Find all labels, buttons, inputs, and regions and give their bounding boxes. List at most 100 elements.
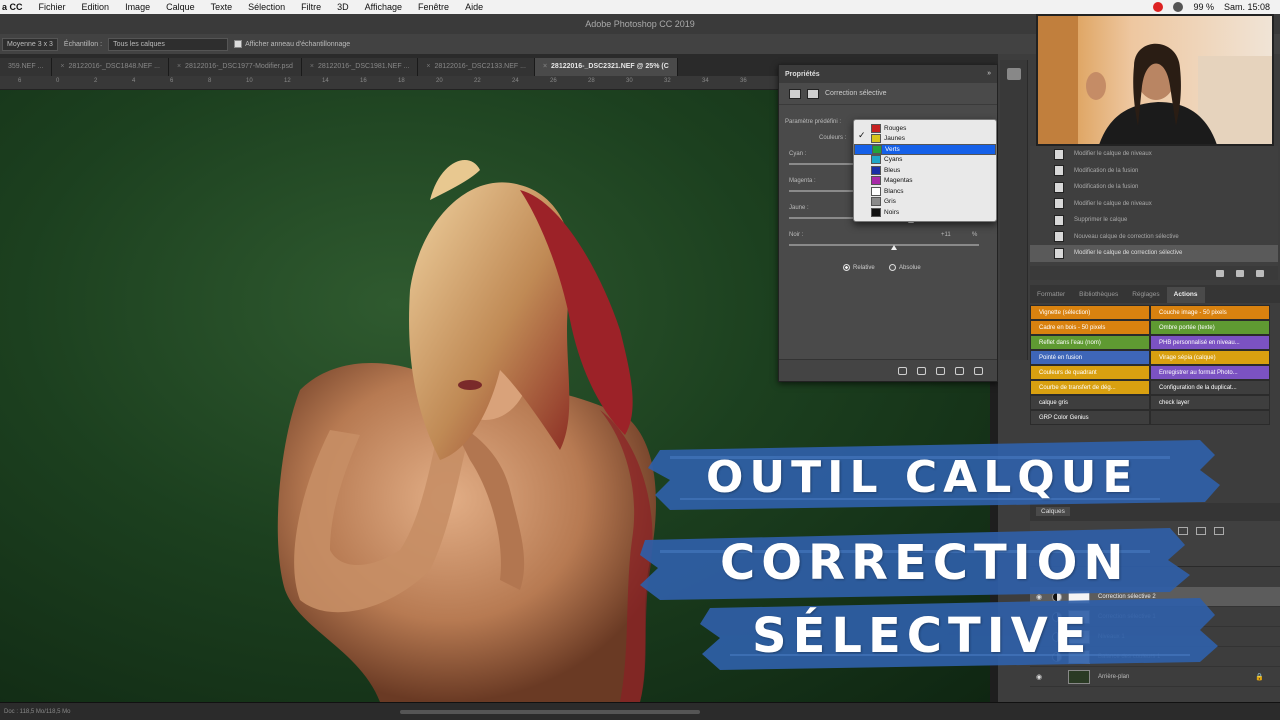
overlay-title-line-1: OUTIL CALQUE <box>706 452 1139 503</box>
tab-document-3[interactable]: × 28122016-_DSC1981.NEF ... <box>301 58 419 76</box>
black-slider[interactable] <box>789 244 979 246</box>
color-option-label: Gris <box>884 198 896 206</box>
color-option-bleus[interactable]: Bleus <box>854 165 996 176</box>
action-button[interactable]: Couche image - 50 pixels <box>1150 305 1270 320</box>
cyan-label: Cyan : <box>789 151 807 157</box>
menu-edition[interactable]: Edition <box>74 2 118 12</box>
color-swatch-icon <box>871 165 881 175</box>
tab-document-2[interactable]: × 28122016-_DSC1977-Modifier.psd <box>168 58 302 76</box>
trash-icon[interactable] <box>1256 269 1264 277</box>
black-slider-thumb[interactable] <box>891 245 897 250</box>
camera-icon[interactable] <box>1236 269 1244 277</box>
black-percent: % <box>972 232 978 238</box>
tab-document-0[interactable]: 359.NEF ... <box>0 58 53 76</box>
tab-adjustments[interactable]: Réglages <box>1125 287 1166 303</box>
action-button[interactable]: Reflet dans l'eau (nom) <box>1030 335 1150 350</box>
panel-collapse-icon[interactable]: » <box>987 70 991 77</box>
menu-fenetre[interactable]: Fenêtre <box>410 2 457 12</box>
close-icon[interactable]: × <box>310 63 314 70</box>
menu-calque[interactable]: Calque <box>158 2 203 12</box>
view-previous-icon[interactable] <box>917 366 926 375</box>
color-option-jaunes[interactable]: Jaunes <box>854 134 996 145</box>
history-item[interactable]: Modifier le calque de correction sélecti… <box>1030 245 1278 262</box>
adjustment-icon[interactable] <box>789 88 801 99</box>
action-button[interactable]: Vignette (sélection) <box>1030 305 1150 320</box>
close-icon[interactable]: × <box>60 63 64 70</box>
history-item[interactable]: Modification de la fusion <box>1030 163 1278 180</box>
relative-radio[interactable]: Relative <box>843 264 875 271</box>
menu-selection[interactable]: Sélection <box>240 2 293 12</box>
visibility-icon[interactable] <box>955 366 964 375</box>
color-option-cyans[interactable]: Cyans <box>854 155 996 166</box>
color-option-rouges[interactable]: Rouges <box>854 123 996 134</box>
color-option-verts[interactable]: Verts <box>854 144 996 155</box>
color-option-noirs[interactable]: Noirs <box>854 207 996 218</box>
color-option-blancs[interactable]: Blancs <box>854 186 996 197</box>
action-button[interactable]: Pointé en fusion <box>1030 350 1150 365</box>
action-button[interactable]: Configuration de la duplicat... <box>1150 380 1270 395</box>
magenta-slider[interactable] <box>789 190 859 192</box>
tab-libraries[interactable]: Bibliothèques <box>1072 287 1125 303</box>
color-swatch-icon <box>871 197 881 207</box>
history-item[interactable]: Supprimer le calque <box>1030 212 1278 229</box>
action-button[interactable]: Courbe de transfert de dég... <box>1030 380 1150 395</box>
close-icon[interactable]: × <box>543 63 547 70</box>
action-button[interactable]: Virage sépia (calque) <box>1150 350 1270 365</box>
action-button[interactable]: check layer <box>1150 395 1270 410</box>
action-button[interactable]: PHB personnalisé en niveau... <box>1150 335 1270 350</box>
snapshot-icon[interactable] <box>1216 269 1224 277</box>
tab-document-active[interactable]: × 28122016-_DSC2321.NEF @ 25% (C <box>534 58 678 76</box>
menu-aide[interactable]: Aide <box>457 2 491 12</box>
tab-label: 28122016-_DSC1848.NEF ... <box>68 63 160 70</box>
ruler-tick: 18 <box>398 78 405 84</box>
doc-size[interactable]: Doc : 118,5 Mo/118,5 Mo <box>4 709 70 715</box>
tab-document-4[interactable]: × 28122016-_DSC2133.NEF ... <box>418 58 535 76</box>
history-item[interactable]: Modification de la fusion <box>1030 179 1278 196</box>
history-item[interactable]: Modifier le calque de niveaux <box>1030 146 1278 163</box>
cyan-slider[interactable] <box>789 163 859 165</box>
action-button[interactable]: calque gris <box>1030 395 1150 410</box>
wifi-icon[interactable] <box>1173 2 1184 12</box>
sampling-ring-checkbox[interactable]: Afficher anneau d'échantillonnage <box>234 40 350 48</box>
sample-size-select[interactable]: Moyenne 3 x 3 <box>2 37 58 51</box>
mask-icon[interactable] <box>807 88 819 99</box>
menu-fichier[interactable]: Fichier <box>31 2 74 12</box>
tab-document-1[interactable]: × 28122016-_DSC1848.NEF ... <box>52 58 169 76</box>
menu-image[interactable]: Image <box>117 2 158 12</box>
action-button[interactable]: Ombre portée (texte) <box>1150 320 1270 335</box>
panel-icon-strip <box>1000 60 1028 360</box>
close-icon[interactable]: × <box>177 63 181 70</box>
action-button[interactable]: Couleurs de quadrant <box>1030 365 1150 380</box>
clip-to-layer-icon[interactable] <box>898 366 907 375</box>
clock-label[interactable]: Sam. 15:08 <box>1224 2 1270 12</box>
tab-actions[interactable]: Actions <box>1166 287 1205 303</box>
action-button[interactable]: Enregistrer au format Photo... <box>1150 365 1270 380</box>
reset-icon[interactable] <box>936 366 945 375</box>
absolute-label: Absolue <box>899 264 921 271</box>
record-icon[interactable] <box>1153 2 1164 12</box>
menu-affichage[interactable]: Affichage <box>357 2 410 12</box>
trash-icon[interactable] <box>974 366 983 375</box>
menu-filtre[interactable]: Filtre <box>293 2 329 12</box>
horizontal-scrollbar[interactable] <box>400 710 700 714</box>
battery-label[interactable]: 99 % <box>1193 2 1214 12</box>
action-button[interactable]: Cadre en bois - 50 pixels <box>1030 320 1150 335</box>
color-option-magentas[interactable]: Magentas <box>854 176 996 187</box>
app-menu[interactable]: a CC <box>0 2 31 12</box>
properties-title[interactable]: Propriétés <box>785 71 820 78</box>
action-button[interactable]: GRP Color Genius <box>1030 410 1150 425</box>
color-option-gris[interactable]: Gris <box>854 197 996 208</box>
history-item[interactable]: Nouveau calque de correction sélective <box>1030 229 1278 246</box>
absolute-radio[interactable]: Absolue <box>889 264 921 271</box>
menu-texte[interactable]: Texte <box>203 2 241 12</box>
black-value[interactable]: +11 <box>941 232 951 238</box>
history-item[interactable]: Modifier le calque de niveaux <box>1030 196 1278 213</box>
sample-layers-select[interactable]: Tous les calques <box>108 37 229 51</box>
menu-3d[interactable]: 3D <box>329 2 357 12</box>
presenter-image <box>1038 16 1272 144</box>
overlay-title-line-3: SÉLECTIVE <box>752 608 1093 664</box>
lock-icon[interactable]: 🔒 <box>1255 673 1264 681</box>
history-panel-icon[interactable] <box>1006 68 1021 80</box>
close-icon[interactable]: × <box>426 63 430 70</box>
tab-formatter[interactable]: Formatter <box>1030 287 1072 303</box>
